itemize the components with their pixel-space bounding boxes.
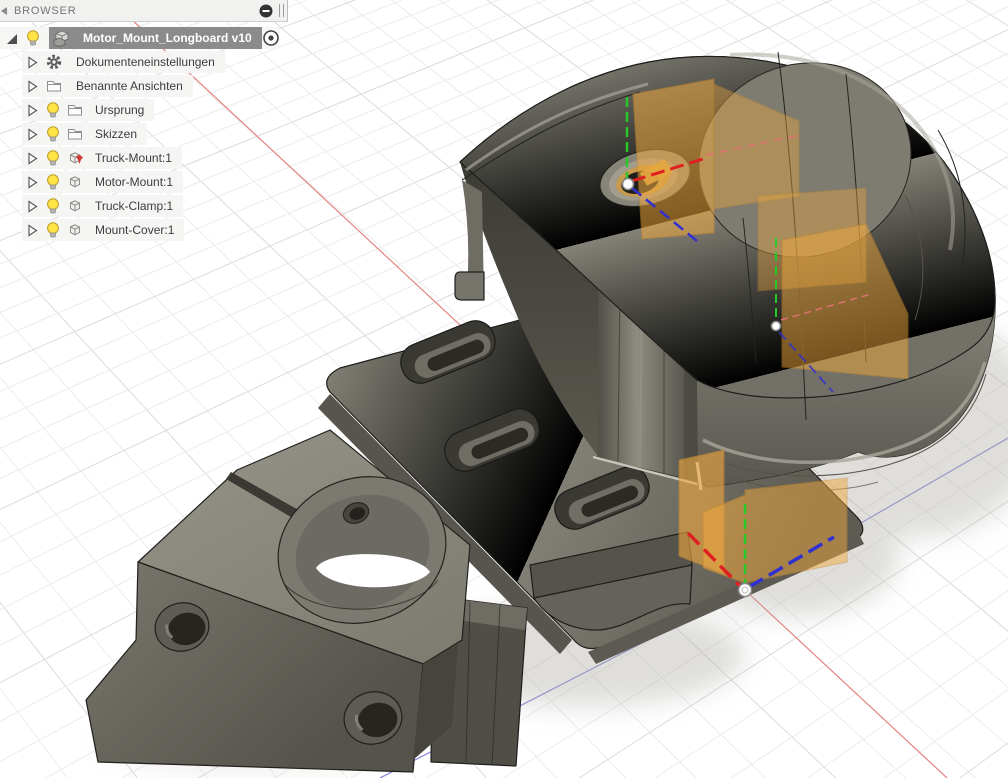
tree-item-label: Skizzen [95, 127, 138, 141]
browser-tree: Motor_Mount_Longboard v10 Dokumenteneins… [0, 27, 279, 243]
collapsed-arrow-icon[interactable] [27, 199, 38, 213]
folder-icon [67, 103, 83, 117]
panel-drag-handle-icon[interactable] [279, 4, 284, 17]
tree-item-label: Motor-Mount:1 [95, 175, 174, 189]
tree-item-document-settings[interactable]: Dokumenteneinstellungen [22, 51, 225, 73]
root-component-label: Motor_Mount_Longboard v10 [83, 31, 252, 45]
tree-item-label: Benannte Ansichten [76, 79, 183, 93]
collapsed-arrow-icon[interactable] [27, 103, 38, 117]
grounded-pin-icon [75, 154, 84, 168]
folder-icon [67, 127, 83, 141]
tree-item-origin[interactable]: Ursprung [22, 99, 155, 121]
component-icon [67, 222, 83, 238]
tree-item-mount-cover[interactable]: Mount-Cover:1 [22, 219, 185, 241]
collapsed-arrow-icon[interactable] [27, 55, 38, 69]
visibility-bulb-icon[interactable] [46, 221, 60, 239]
collapsed-arrow-icon[interactable] [27, 223, 38, 237]
activate-component-radio[interactable] [262, 29, 280, 47]
selected-row-highlight: Motor_Mount_Longboard v10 [49, 27, 262, 49]
collapsed-arrow-icon[interactable] [27, 175, 38, 189]
assembly-component-icon [53, 30, 73, 47]
visibility-bulb-icon[interactable] [46, 173, 60, 191]
component-icon [67, 174, 83, 190]
collapsed-arrow-icon[interactable] [27, 79, 38, 93]
browser-panel-title: BROWSER [14, 4, 77, 17]
origin-point-cover[interactable] [621, 177, 635, 191]
tree-item-motor-mount[interactable]: Motor-Mount:1 [22, 171, 184, 193]
visibility-bulb-icon[interactable] [46, 101, 60, 119]
tree-item-truck-clamp[interactable]: Truck-Clamp:1 [22, 195, 184, 217]
origin-point-assembly[interactable] [737, 582, 753, 598]
panel-close-icon[interactable] [259, 4, 273, 18]
tree-item-truck-mount[interactable]: Truck-Mount:1 [22, 147, 182, 169]
tree-item-label: Dokumenteneinstellungen [76, 55, 215, 69]
tree-item-label: Truck-Mount:1 [95, 151, 172, 165]
tree-item-named-views[interactable]: Benannte Ansichten [22, 75, 193, 97]
tree-item-label: Ursprung [95, 103, 145, 117]
tree-item-label: Truck-Clamp:1 [95, 199, 174, 213]
folder-icon [46, 79, 62, 93]
collapsed-arrow-icon[interactable] [27, 127, 38, 141]
visibility-bulb-icon[interactable] [46, 149, 60, 167]
origin-point-motor-mount[interactable] [770, 320, 782, 332]
visibility-bulb-icon[interactable] [26, 29, 40, 47]
gear-icon [46, 54, 62, 70]
component-icon [67, 198, 83, 214]
component-grounded-icon [67, 150, 83, 166]
collapsed-arrow-icon[interactable] [27, 151, 38, 165]
tree-item-label: Mount-Cover:1 [95, 223, 175, 237]
fusion-360-window: BROWSER Motor_Mount_Longboard v10 Dokume… [0, 0, 1008, 778]
browser-header: BROWSER [0, 0, 288, 22]
tree-item-root-component[interactable]: Motor_Mount_Longboard v10 [0, 27, 279, 49]
expand-triangle-icon[interactable] [5, 32, 18, 45]
tree-item-sketches[interactable]: Skizzen [22, 123, 148, 145]
panel-collapse-arrow-icon[interactable] [0, 6, 8, 16]
visibility-bulb-icon[interactable] [46, 125, 60, 143]
visibility-bulb-icon[interactable] [46, 197, 60, 215]
